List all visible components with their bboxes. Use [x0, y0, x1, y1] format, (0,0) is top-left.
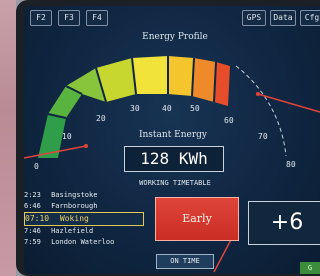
gauge-tick-80: 80: [286, 160, 296, 169]
timetable-row[interactable]: 7:46 Hazlefield: [24, 226, 154, 237]
early-status-button[interactable]: Early: [155, 197, 239, 241]
gauge-band-4: [132, 56, 168, 94]
row-station: London Waterloo: [51, 238, 115, 246]
gauge-tick-20: 20: [96, 114, 106, 123]
red-pointer-dot: [256, 92, 260, 96]
instant-energy-value: 128 KWh: [124, 146, 224, 172]
row-station: Farnborough: [51, 202, 98, 210]
row-station: Basingstoke: [51, 191, 98, 199]
gauge-tick-40: 40: [162, 104, 172, 113]
row-time: 07:10: [25, 214, 50, 223]
status-indicator: G: [300, 262, 320, 274]
row-station: Hazlefield: [51, 227, 94, 235]
row-station: Woking: [59, 214, 89, 223]
gauge-band-6: [192, 58, 216, 102]
gauge-tick-0: 0: [34, 162, 39, 171]
gauge-tick-50: 50: [190, 104, 200, 113]
timetable-row-current[interactable]: 07:10 Woking: [24, 212, 144, 226]
on-time-button[interactable]: ON TIME: [156, 254, 214, 269]
display-screen: F2 F3 F4 GPS Data Cfg Energy Profile 0 1…: [24, 6, 320, 274]
row-time: 6:46: [24, 202, 41, 210]
gauge-tick-60: 60: [224, 116, 234, 125]
row-time: 2:23: [24, 191, 41, 199]
row-time: 7:46: [24, 227, 41, 235]
timetable-title: WORKING TIMETABLE: [139, 179, 211, 187]
gauge-tick-10: 10: [62, 132, 72, 141]
time-delta-display: +6: [248, 201, 320, 245]
gauge-scale-arc: [235, 65, 287, 157]
red-pointer-dot: [84, 144, 88, 148]
timetable-row[interactable]: 6:46 Farnborough: [24, 201, 154, 212]
gauge-band-5: [168, 56, 194, 96]
gauge-title: Energy Profile: [142, 32, 208, 42]
background-strip: [0, 0, 16, 276]
timetable-row[interactable]: 2:23 Basingstoke: [24, 190, 154, 201]
gauge-tick-30: 30: [130, 104, 140, 113]
row-time: 7:59: [24, 238, 41, 246]
gauge-tick-70: 70: [258, 132, 268, 141]
red-pointer-line: [257, 93, 320, 113]
timetable-row[interactable]: 7:59 London Waterloo: [24, 237, 154, 248]
instant-energy-label: Instant Energy: [138, 130, 208, 140]
